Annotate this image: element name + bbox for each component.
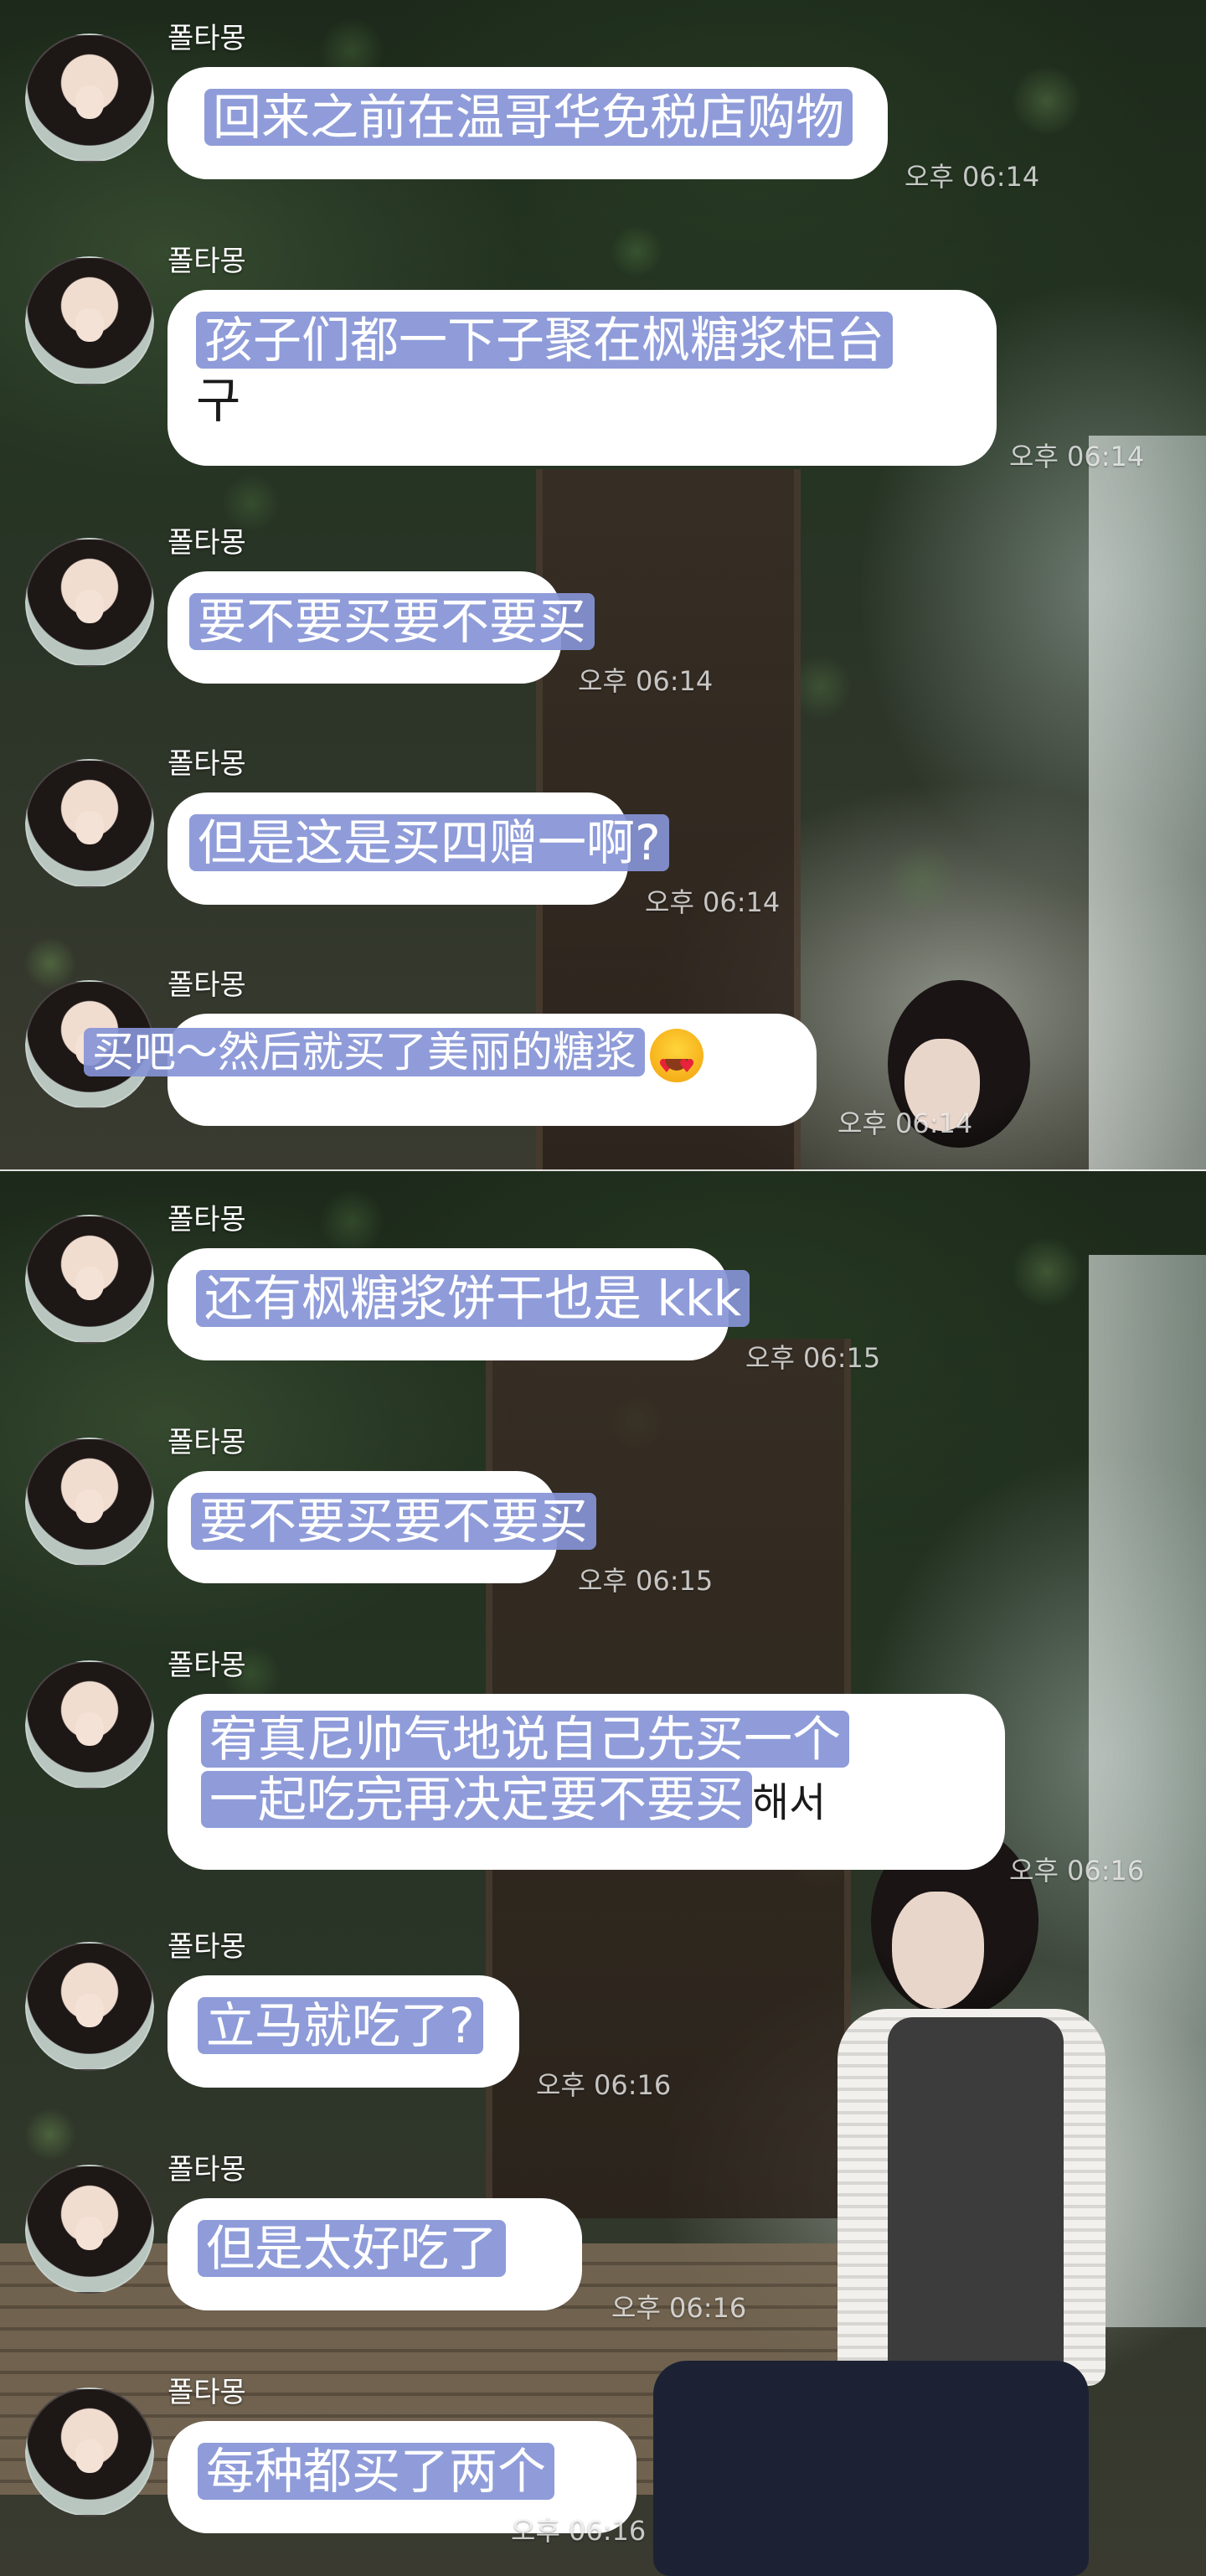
curtain: [1089, 1255, 1206, 2327]
message-time: 오후 06:14: [645, 886, 781, 918]
message-text: 回来之前在温哥华免税店购物: [204, 87, 853, 147]
message-text: 但是太好吃了: [198, 2218, 507, 2279]
message-time: 오후 06:16: [536, 2069, 672, 2101]
sender-name: 폴타몽: [168, 2153, 246, 2186]
message-text: 要不要买要不要买: [189, 591, 595, 652]
sender-name: 폴타몽: [168, 968, 246, 1002]
message-text: 每种都买了两个: [198, 2441, 555, 2501]
sender-name: 폴타몽: [168, 22, 246, 55]
message-time: 오후 06:15: [745, 1342, 881, 1374]
sender-name: 폴타몽: [168, 2376, 246, 2409]
avatar[interactable]: [25, 34, 154, 163]
avatar[interactable]: [25, 2388, 154, 2517]
sender-name: 폴타몽: [168, 747, 246, 781]
message-text: 买吧～然后就买了美丽的糖浆: [84, 1022, 704, 1097]
message-time: 오후 06:16: [511, 2515, 647, 2547]
message-time: 오후 06:14: [838, 1107, 973, 1139]
sender-name: 폴타몽: [168, 1203, 246, 1236]
message-text: 孩子们都一下子聚在枫糖浆柜台 구: [196, 310, 894, 431]
curtain: [1089, 436, 1206, 1171]
avatar[interactable]: [25, 759, 154, 888]
message-bubble[interactable]: 但是太好吃了: [168, 2198, 582, 2310]
message-time: 오후 06:14: [1009, 441, 1145, 472]
avatar[interactable]: [25, 1215, 154, 1344]
background-person-skirt: [653, 2361, 1089, 2576]
message-bubble[interactable]: 还有枫糖浆饼干也是 kkk: [168, 1248, 750, 1360]
avatar[interactable]: [25, 2165, 154, 2294]
message-text: 还有枫糖浆饼干也是 kkk: [196, 1268, 750, 1329]
message-bubble[interactable]: 要不要买要不要买: [168, 571, 595, 684]
sender-name: 폴타몽: [168, 1649, 246, 1682]
message-bubble[interactable]: 要不要买要不要买: [168, 1471, 597, 1583]
message-text: 宥真尼帅气地说自己先买一个 一起吃完再决定要不要买 해서: [201, 1709, 850, 1833]
chat-screenshot-top: 폴타몽 回来之前在温哥华免税店购物 오후 06:14 폴타몽 孩子们都一下子聚在…: [0, 0, 1206, 1171]
avatar[interactable]: [25, 1660, 154, 1789]
message-text: 要不要买要不要买: [191, 1491, 597, 1551]
message-bubble[interactable]: 买吧～然后就买了美丽的糖浆: [84, 1014, 817, 1126]
sender-name: 폴타몽: [168, 245, 246, 278]
message-time: 오후 06:14: [578, 665, 714, 697]
heart-eyes-emoji: [650, 1028, 704, 1097]
avatar[interactable]: [25, 1942, 154, 2071]
message-time: 오후 06:16: [611, 2292, 747, 2324]
message-bubble[interactable]: 但是这是买四赠一啊?: [168, 792, 669, 905]
avatar[interactable]: [25, 256, 154, 385]
message-time: 오후 06:14: [904, 161, 1040, 193]
message-bubble[interactable]: 回来之前在温哥华免税店购物: [168, 67, 888, 179]
avatar[interactable]: [25, 538, 154, 667]
message-bubble[interactable]: 宥真尼帅气地说自己先买一个 一起吃完再决定要不要买 해서: [168, 1694, 1005, 1870]
sender-name: 폴타몽: [168, 1426, 246, 1459]
message-time: 오후 06:15: [578, 1565, 714, 1597]
message-text: 立马就吃了?: [198, 1995, 483, 2056]
sender-name: 폴타몽: [168, 1930, 246, 1964]
message-text: 但是这是买四赠一啊?: [189, 813, 669, 873]
message-time: 오후 06:16: [1009, 1855, 1145, 1887]
message-bubble[interactable]: 孩子们都一下子聚在枫糖浆柜台 구: [168, 290, 997, 466]
message-bubble[interactable]: 立马就吃了?: [168, 1975, 519, 2088]
background-person-face: [892, 1892, 984, 2009]
background-person-vest: [888, 2017, 1064, 2369]
sender-name: 폴타몽: [168, 526, 246, 560]
avatar[interactable]: [25, 1438, 154, 1567]
chat-screenshot-bottom: 폴타몽 还有枫糖浆饼干也是 kkk 오후 06:15 폴타몽 要不要买要不要买 …: [0, 1171, 1206, 2576]
